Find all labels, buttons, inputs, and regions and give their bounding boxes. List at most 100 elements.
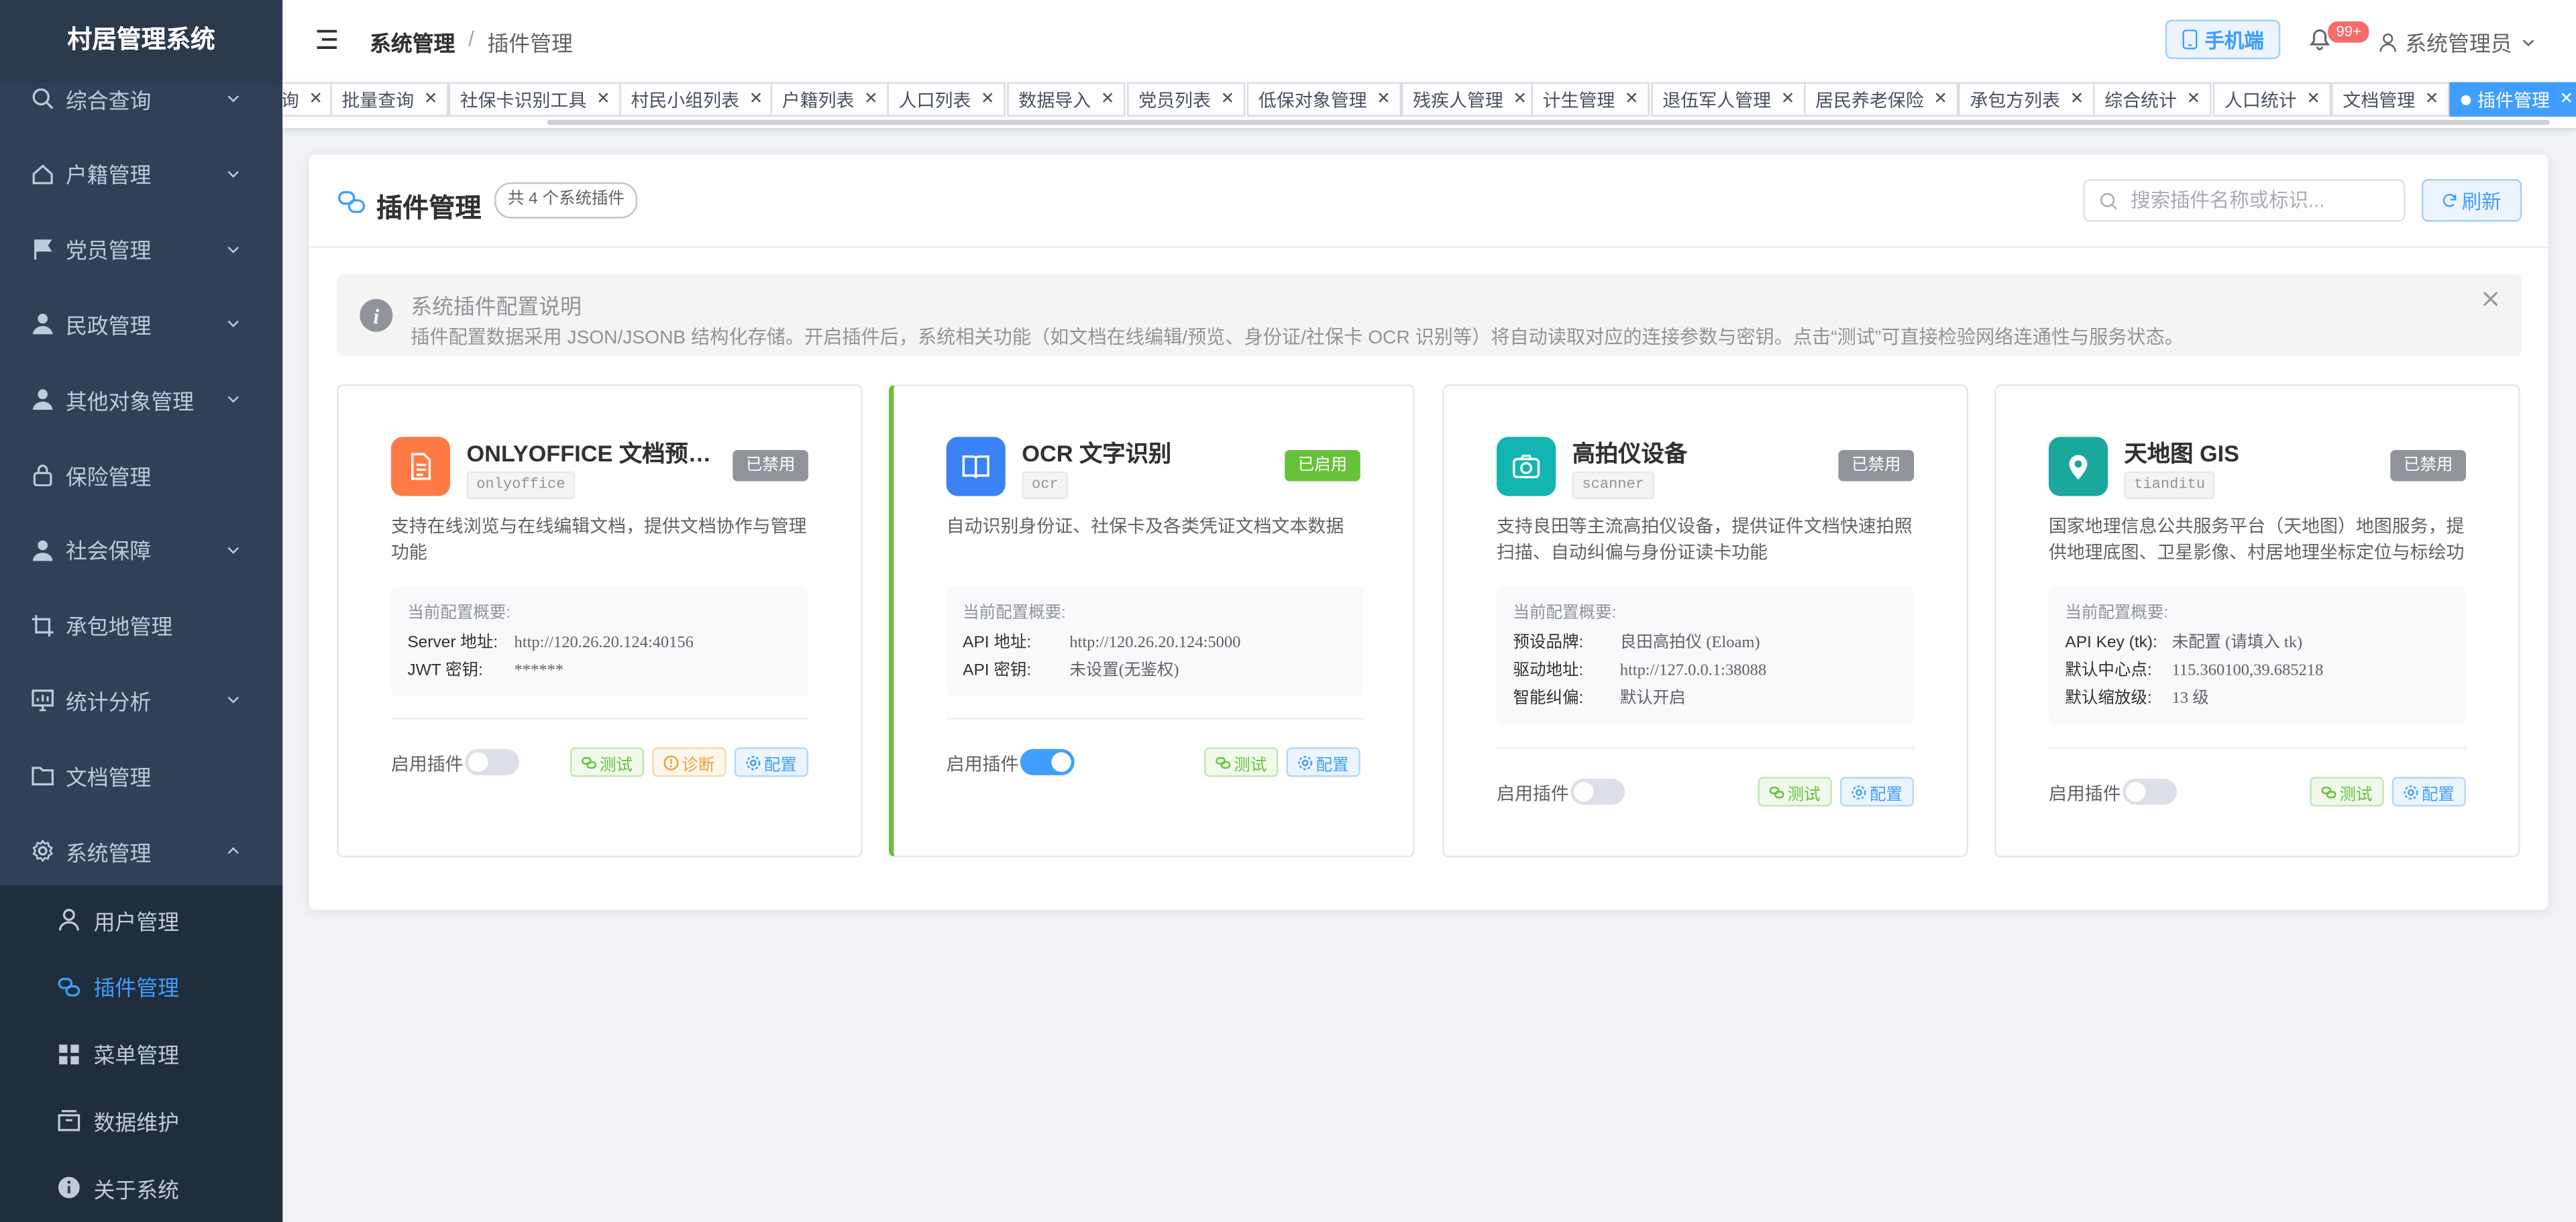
sidebar-item-11[interactable]: 系统管理: [0, 813, 282, 889]
config-button[interactable]: 配置: [1839, 777, 1915, 807]
config-button[interactable]: 配置: [1286, 747, 1360, 777]
close-icon[interactable]: ✕: [2070, 91, 2084, 109]
tab-7[interactable]: 数据导入 ✕: [1007, 82, 1126, 117]
close-icon[interactable]: ✕: [1221, 91, 1235, 109]
close-icon[interactable]: ✕: [1933, 91, 1947, 109]
close-icon[interactable]: ✕: [309, 91, 323, 109]
sidebar-item-9[interactable]: 统计分析: [0, 663, 282, 738]
close-icon[interactable]: ✕: [864, 91, 878, 109]
config-value: 未配置 (请填入 tk): [2171, 634, 2303, 653]
tab-10[interactable]: 残疾人管理 ✕: [1401, 82, 1539, 117]
user-menu[interactable]: 系统管理员: [2379, 26, 2536, 58]
status-badge: 已启用: [1285, 450, 1360, 482]
flag-icon: [32, 237, 54, 260]
search-input[interactable]: [2127, 187, 2398, 214]
sidebar-item-3[interactable]: 党员管理: [0, 211, 282, 287]
tab-label: 低保对象管理: [1258, 91, 1367, 111]
tags-scrollbar[interactable]: [547, 119, 2550, 125]
tab-16[interactable]: 人口统计 ✕: [2212, 82, 2332, 117]
tab-9[interactable]: 低保对象管理 ✕: [1246, 82, 1402, 117]
test-button[interactable]: 测试: [2310, 777, 2384, 807]
plugin-name: ONLYOFFICE 文档预览与编辑: [466, 440, 713, 467]
refresh-button[interactable]: 刷新: [2421, 178, 2522, 222]
tab-11[interactable]: 计生管理 ✕: [1531, 82, 1650, 117]
mobile-button[interactable]: 手机端: [2165, 19, 2281, 60]
close-icon[interactable]: ✕: [2560, 91, 2574, 109]
tab-5[interactable]: 户籍列表 ✕: [770, 82, 890, 117]
close-icon[interactable]: ✕: [749, 91, 763, 109]
chevron-down-icon: [227, 396, 239, 403]
svg-text:i: i: [373, 304, 379, 328]
hamburger-icon[interactable]: [315, 28, 338, 51]
sidebar-item-8[interactable]: 承包地管理: [0, 588, 282, 663]
gear-icon: [1298, 755, 1313, 769]
enable-toggle[interactable]: [2123, 778, 2177, 806]
tab-4[interactable]: 村民小组列表 ✕: [619, 82, 775, 117]
sidebar: 综合查询 户籍管理 党员管理 民政管理 其他对象管理 保险管理 社会保障 承包地管理 统计分析文…: [0, 0, 283, 1222]
config-button[interactable]: 配置: [2392, 777, 2466, 807]
link-icon: [581, 756, 596, 768]
sidebar-item-10[interactable]: 文档管理: [0, 738, 282, 814]
tab-8[interactable]: 党员列表 ✕: [1127, 82, 1246, 117]
sidebar-subitem-2[interactable]: 插件管理: [0, 954, 283, 1020]
config-value: 13 级: [2171, 689, 2209, 708]
search-box[interactable]: [2083, 178, 2406, 222]
button-label: 测试: [599, 756, 633, 775]
sidebar-subitem-label: 关于系统: [93, 1177, 179, 1202]
close-icon[interactable]: [2482, 290, 2498, 307]
close-icon[interactable]: ✕: [2187, 91, 2201, 109]
close-icon[interactable]: ✕: [1781, 91, 1795, 109]
config-key: 默认中心点:: [2065, 661, 2152, 680]
tab-3[interactable]: 社保卡识别工具 ✕: [448, 82, 622, 117]
test-button[interactable]: 测试: [570, 747, 645, 777]
tab-17[interactable]: 文档管理 ✕: [2331, 82, 2451, 117]
sidebar-item-6[interactable]: 保险管理: [0, 437, 282, 512]
card-actions: 测试 配置: [2310, 777, 2466, 807]
close-icon[interactable]: ✕: [1377, 91, 1391, 109]
sidebar-item-label: 社会保障: [65, 539, 152, 564]
test-button[interactable]: 测试: [1758, 777, 1832, 807]
person-icon: [32, 388, 54, 410]
tab-18[interactable]: 插件管理 ✕: [2449, 82, 2576, 117]
tab-6[interactable]: 人口列表 ✕: [887, 82, 1006, 117]
sidebar-item-2[interactable]: 户籍管理: [0, 136, 282, 212]
test-button[interactable]: 测试: [1204, 747, 1279, 777]
breadcrumb-separator: /: [468, 26, 474, 51]
tab-1[interactable]: 询 ✕: [282, 82, 335, 117]
lock-icon: [32, 463, 54, 486]
chevron-down-icon: [227, 95, 239, 103]
tab-label: 社保卡识别工具: [460, 91, 587, 111]
sidebar-item-label: 党员管理: [65, 238, 152, 264]
sidebar-subitem-5[interactable]: 关于系统: [0, 1155, 283, 1221]
close-icon[interactable]: ✕: [2425, 91, 2439, 109]
sidebar-item-5[interactable]: 其他对象管理: [0, 362, 282, 437]
close-icon[interactable]: ✕: [981, 91, 995, 109]
sidebar-subitem-label: 用户管理: [93, 909, 179, 934]
sidebar-item-4[interactable]: 民政管理: [0, 286, 282, 362]
config-button[interactable]: 配置: [734, 747, 808, 777]
enable-toggle[interactable]: [1020, 748, 1075, 775]
config-key: 智能纠偏:: [1513, 689, 1584, 708]
tab-label: 文档管理: [2343, 91, 2416, 111]
info-icon: [58, 1176, 80, 1199]
config-row: 默认中心点: 115.360100,39.685218: [2065, 657, 2449, 685]
close-icon[interactable]: ✕: [596, 91, 610, 109]
close-icon[interactable]: ✕: [1625, 91, 1639, 109]
enable-toggle[interactable]: [465, 748, 519, 775]
close-icon[interactable]: ✕: [1101, 91, 1115, 109]
tab-13[interactable]: 居民养老保险 ✕: [1804, 82, 1960, 117]
diagnose-button[interactable]: 诊断: [652, 747, 727, 777]
sidebar-subitem-1[interactable]: 用户管理: [0, 887, 283, 953]
tab-2[interactable]: 批量查询 ✕: [330, 82, 449, 117]
sidebar-item-7[interactable]: 社会保障: [0, 512, 282, 588]
close-icon[interactable]: ✕: [424, 91, 438, 109]
tab-15[interactable]: 综合统计 ✕: [2093, 82, 2212, 117]
close-icon[interactable]: ✕: [2306, 91, 2320, 109]
enable-toggle[interactable]: [1570, 778, 1625, 806]
breadcrumb-item[interactable]: 系统管理: [370, 26, 455, 58]
close-icon[interactable]: ✕: [1513, 91, 1527, 109]
tab-14[interactable]: 承包方列表 ✕: [1958, 82, 2096, 117]
sidebar-subitem-3[interactable]: 菜单管理: [0, 1021, 283, 1087]
tab-12[interactable]: 退伍军人管理 ✕: [1651, 82, 1807, 117]
sidebar-subitem-4[interactable]: 数据维护: [0, 1088, 283, 1154]
